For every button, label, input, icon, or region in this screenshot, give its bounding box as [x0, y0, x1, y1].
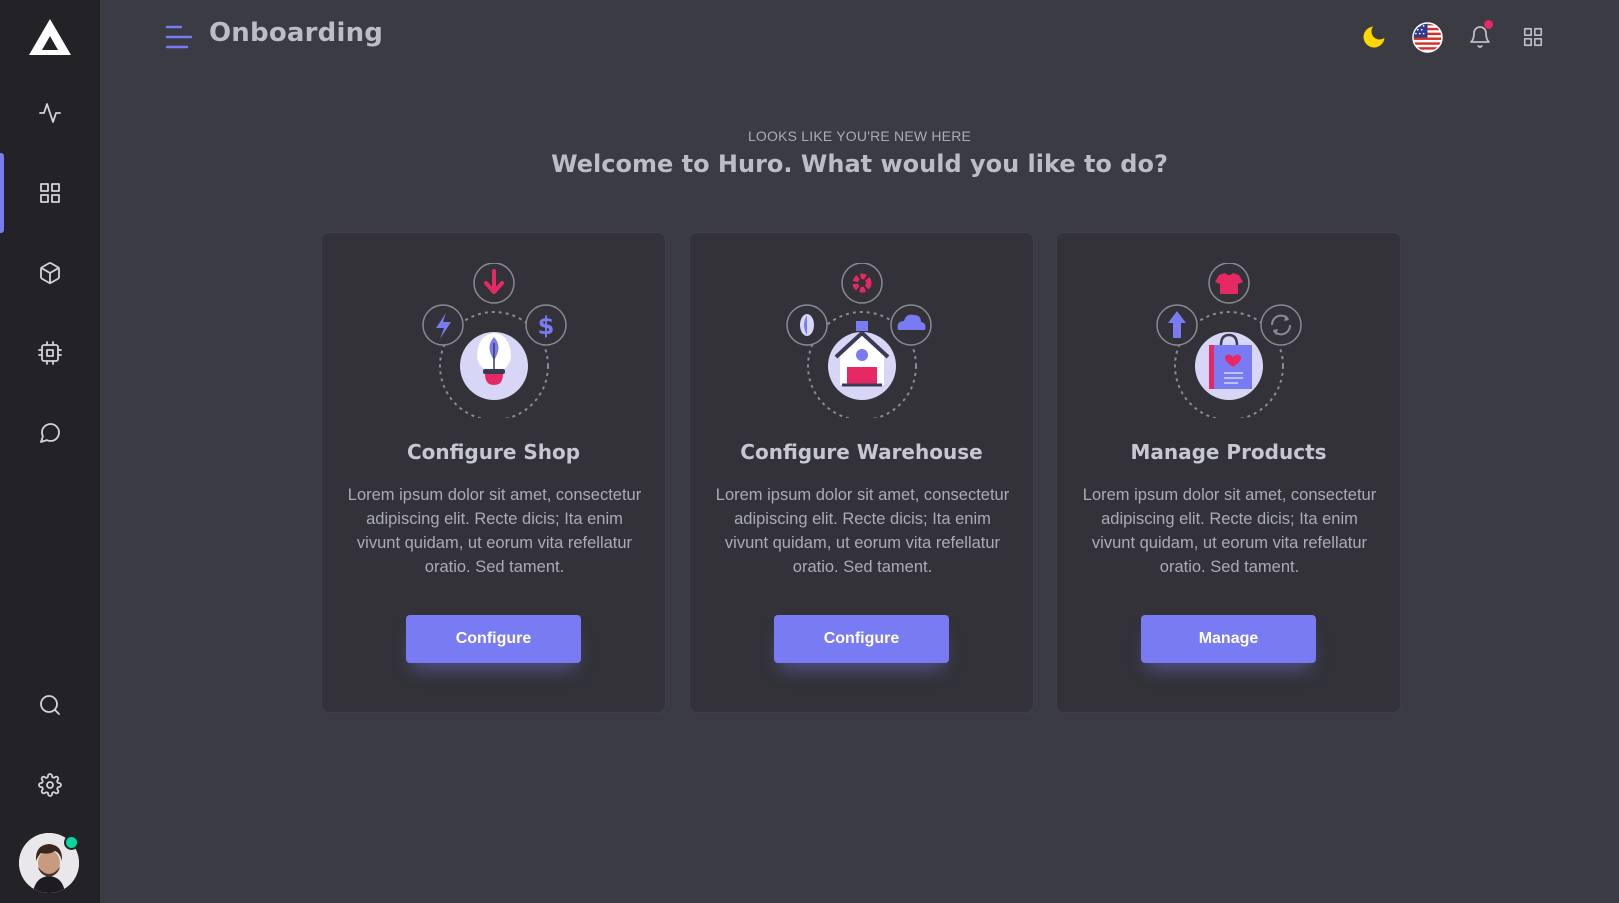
warehouse-illustration-icon	[786, 263, 932, 418]
search-icon	[40, 695, 60, 715]
cpu-icon	[38, 341, 62, 365]
card-description: Lorem ipsum dolor sit amet, consectetur …	[1082, 486, 1377, 576]
configure-warehouse-button[interactable]: Configure	[774, 615, 949, 663]
sidebar-search-button[interactable]	[0, 665, 100, 745]
card-manage-products: Manage Products Lorem ipsum dolor sit am…	[1056, 232, 1401, 713]
card-description: Lorem ipsum dolor sit amet, consectetur …	[347, 486, 642, 576]
hero-title: Welcome to Huro. What would you like to …	[551, 150, 1168, 178]
card-configure-warehouse: Configure Warehouse Lorem ipsum dolor si…	[689, 232, 1034, 713]
moon-icon	[1363, 26, 1385, 48]
apps-grid-icon	[1523, 27, 1543, 47]
huro-logo[interactable]	[28, 17, 72, 57]
box-icon	[40, 262, 60, 284]
configure-shop-button[interactable]: Configure	[406, 615, 581, 663]
grid-icon	[40, 183, 60, 203]
menu-toggle-button[interactable]	[165, 24, 193, 50]
menu-icon	[165, 25, 193, 49]
sidebar-item-components[interactable]	[0, 313, 100, 393]
online-status-badge	[64, 835, 79, 850]
svg-text:$: $	[538, 312, 555, 340]
sidebar-settings-button[interactable]	[0, 745, 100, 825]
card-title: Configure Warehouse	[740, 440, 983, 464]
us-flag-icon	[1411, 21, 1443, 53]
sidebar-item-products[interactable]	[0, 233, 100, 313]
dark-mode-toggle[interactable]	[1357, 20, 1391, 54]
card-title: Configure Shop	[406, 440, 581, 464]
manage-products-button[interactable]: Manage	[1141, 615, 1316, 663]
notification-badge	[1484, 20, 1493, 29]
activity-icon	[39, 103, 61, 123]
shop-illustration-icon: $	[422, 263, 567, 418]
settings-icon	[38, 773, 62, 797]
card-description: Lorem ipsum dolor sit amet, consectetur …	[715, 486, 1010, 576]
apps-menu-button[interactable]	[1516, 20, 1550, 54]
sidebar-item-messages[interactable]	[0, 393, 100, 473]
user-avatar-button[interactable]	[19, 833, 81, 895]
notifications-button[interactable]	[1463, 20, 1497, 54]
card-configure-shop: $ Configure Shop Lorem ipsum dolor sit a…	[321, 232, 666, 713]
message-icon	[40, 423, 60, 443]
card-title: Manage Products	[1130, 440, 1327, 464]
products-illustration-icon	[1156, 263, 1302, 418]
language-selector[interactable]	[1410, 20, 1444, 54]
hero-subtitle: LOOKS LIKE YOU'RE NEW HERE	[747, 128, 972, 144]
page-title: Onboarding	[209, 18, 384, 48]
